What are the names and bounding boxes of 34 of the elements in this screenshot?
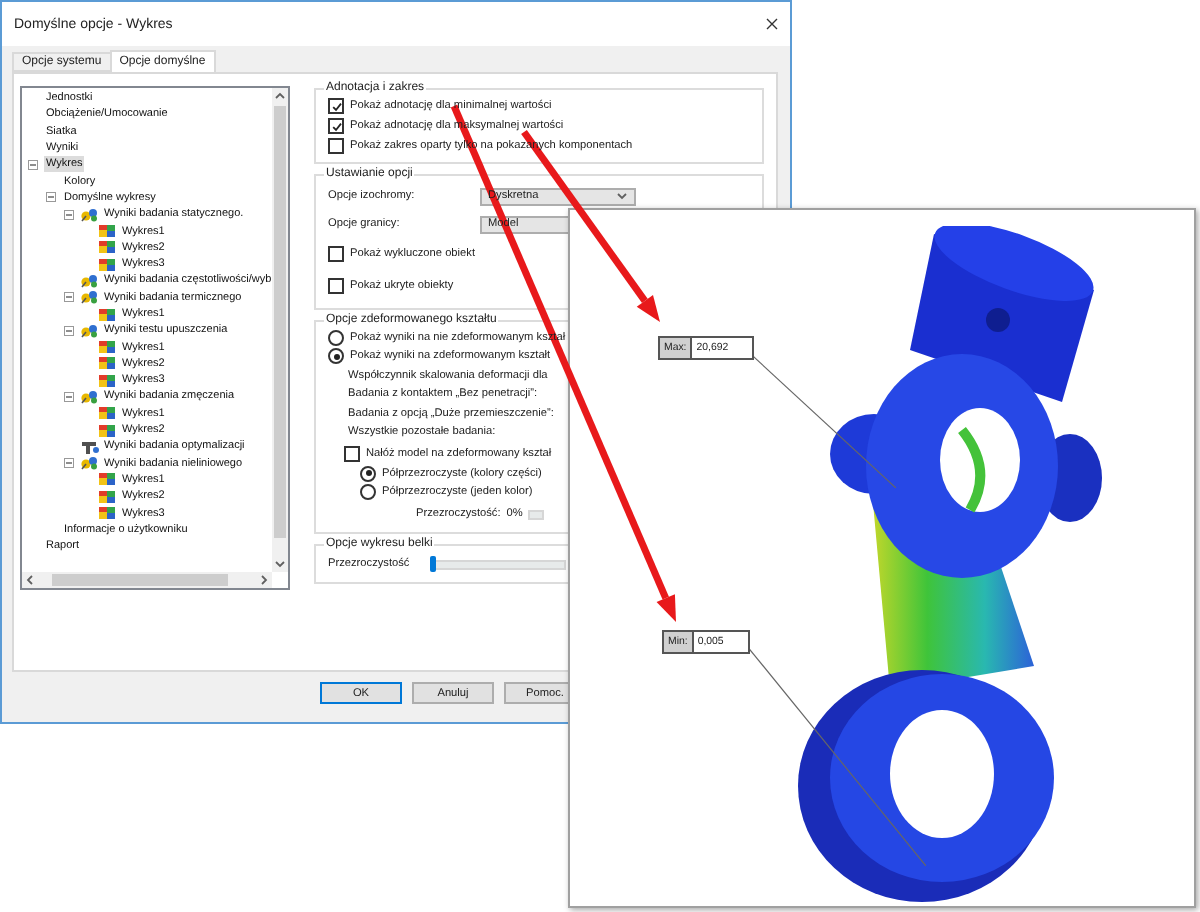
collapse-icon[interactable] [64,292,74,303]
checkbox[interactable] [328,246,344,262]
tool-icon [80,439,100,454]
scroll-right-icon[interactable] [258,574,270,586]
radio-button[interactable] [328,329,344,346]
results-icon [80,389,100,404]
radio-button[interactable] [328,348,344,365]
checkbox[interactable] [328,138,344,154]
checkbox[interactable] [328,278,344,294]
checkbox[interactable] [344,445,360,461]
results-icon [80,207,100,222]
collapse-icon[interactable] [64,458,74,469]
radio-button[interactable] [360,484,376,501]
slider-thumb[interactable] [429,555,436,571]
collapse-icon[interactable] [28,159,38,170]
collapse-icon[interactable] [64,209,74,220]
scrollbar[interactable] [22,572,272,588]
scroll-down-icon[interactable] [274,558,286,570]
slider-track[interactable] [528,509,545,519]
scrollbar[interactable] [272,88,288,572]
collapse-icon[interactable] [46,192,56,203]
close-icon[interactable] [766,18,778,30]
results-icon [80,456,100,471]
caret-icon[interactable] [616,190,628,202]
slider-track[interactable] [429,559,566,569]
scroll-left-icon[interactable] [24,574,36,586]
scroll-up-icon[interactable] [274,90,286,102]
checkbox[interactable] [328,118,344,134]
results-icon [80,323,100,338]
radio-button[interactable] [360,465,376,482]
plot-icon [98,307,116,321]
collapse-icon[interactable] [64,391,74,402]
collapse-icon[interactable] [64,325,74,336]
checkbox[interactable] [328,98,344,114]
